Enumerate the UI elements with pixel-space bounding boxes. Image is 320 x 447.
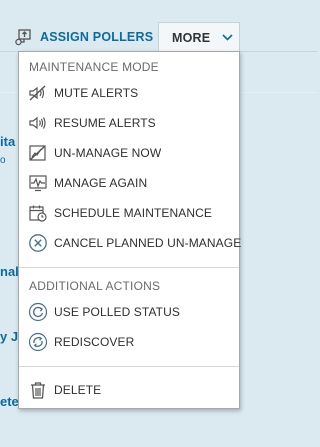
- background-text[interactable]: nal: [0, 264, 19, 279]
- schedule-maintenance-label: SCHEDULE MAINTENANCE: [54, 206, 213, 220]
- assign-pollers-button[interactable]: ASSIGN POLLERS: [14, 22, 153, 52]
- delete-item[interactable]: DELETE: [19, 377, 239, 403]
- manage-again-label: MANAGE AGAIN: [54, 176, 148, 190]
- schedule-maintenance-icon: [28, 203, 48, 223]
- rediscover-icon: [28, 332, 48, 352]
- unmanage-now-item[interactable]: UN-MANAGE NOW: [19, 140, 239, 166]
- unmanage-icon: [28, 143, 48, 163]
- cancel-planned-unmanage-label: CANCEL PLANNED UN-MANAGE: [54, 236, 242, 250]
- mute-alerts-item[interactable]: MUTE ALERTS: [19, 80, 239, 106]
- chevron-down-icon: [222, 34, 233, 41]
- menu-divider: [19, 267, 239, 268]
- rediscover-item[interactable]: REDISCOVER: [19, 329, 239, 355]
- unmanage-now-label: UN-MANAGE NOW: [54, 146, 162, 160]
- maintenance-mode-heading: MAINTENANCE MODE: [29, 60, 159, 74]
- resume-alerts-icon: [28, 113, 48, 133]
- menu-divider: [19, 366, 239, 367]
- background-text[interactable]: ita: [0, 134, 15, 149]
- background-subtext: o: [0, 155, 6, 166]
- use-polled-status-label: USE POLLED STATUS: [54, 305, 180, 319]
- assign-pollers-label: ASSIGN POLLERS: [40, 30, 154, 44]
- trash-icon: [28, 380, 48, 400]
- use-polled-status-item[interactable]: USE POLLED STATUS: [19, 299, 239, 325]
- background-text[interactable]: ete: [0, 394, 19, 409]
- cancel-circle-icon: [28, 233, 48, 253]
- polled-status-icon: [28, 302, 48, 322]
- more-button[interactable]: MORE: [158, 22, 240, 52]
- mute-alerts-label: MUTE ALERTS: [54, 86, 139, 100]
- resume-alerts-item[interactable]: RESUME ALERTS: [19, 110, 239, 136]
- delete-label: DELETE: [54, 383, 102, 397]
- more-label: MORE: [172, 30, 211, 45]
- toolbar: ASSIGN POLLERS MORE: [0, 0, 318, 52]
- mute-alerts-icon: [28, 83, 48, 103]
- more-dropdown-menu: MAINTENANCE MODE MUTE ALERTS RESUME ALER…: [18, 51, 242, 409]
- manage-again-item[interactable]: MANAGE AGAIN: [19, 170, 239, 196]
- manage-again-icon: [28, 173, 48, 193]
- additional-actions-heading: ADDITIONAL ACTIONS: [29, 279, 161, 293]
- assign-pollers-icon: [14, 27, 34, 47]
- schedule-maintenance-item[interactable]: SCHEDULE MAINTENANCE: [19, 200, 239, 226]
- cancel-planned-unmanage-item[interactable]: CANCEL PLANNED UN-MANAGE: [19, 230, 242, 256]
- rediscover-label: REDISCOVER: [54, 335, 135, 349]
- resume-alerts-label: RESUME ALERTS: [54, 116, 156, 130]
